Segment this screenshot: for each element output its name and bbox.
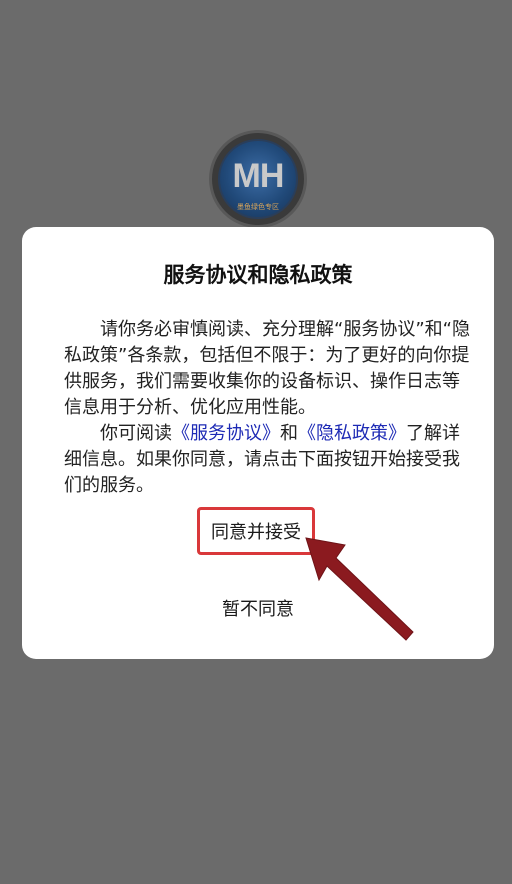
paragraph-2-and: 和 bbox=[280, 423, 298, 444]
logo-text: MH bbox=[232, 157, 285, 195]
paragraph-2-prefix: 你可阅读 bbox=[100, 423, 172, 444]
dialog-title: 服务协议和隐私政策 bbox=[163, 263, 353, 287]
app-logo: MH 墨鱼绿色专区 bbox=[212, 133, 304, 225]
logo-subtext: 墨鱼绿色专区 bbox=[237, 203, 279, 211]
agree-button[interactable]: 同意并接受 bbox=[197, 507, 315, 555]
dialog-paragraph-1: 请你务必审慎阅读、充分理解“服务协议”和“隐私政策”各条款，包括但不限于：为了更… bbox=[64, 319, 470, 418]
dialog-paragraph-2: 你可阅读《服务协议》和《隐私政策》了解详细信息。如果你同意，请点击下面按钮开始接… bbox=[64, 421, 474, 499]
privacy-policy-link[interactable]: 《隐私政策》 bbox=[298, 423, 406, 444]
privacy-dialog: 服务协议和隐私政策 请你务必审慎阅读、充分理解“服务协议”和“隐私政策”各条款，… bbox=[22, 227, 494, 659]
logo-badge: MH 墨鱼绿色专区 bbox=[218, 139, 298, 219]
dialog-body: 请你务必审慎阅读、充分理解“服务协议”和“隐私政策”各条款，包括但不限于：为了更… bbox=[64, 317, 474, 499]
disagree-button[interactable]: 暂不同意 bbox=[22, 595, 494, 621]
service-agreement-link[interactable]: 《服务协议》 bbox=[172, 423, 280, 444]
